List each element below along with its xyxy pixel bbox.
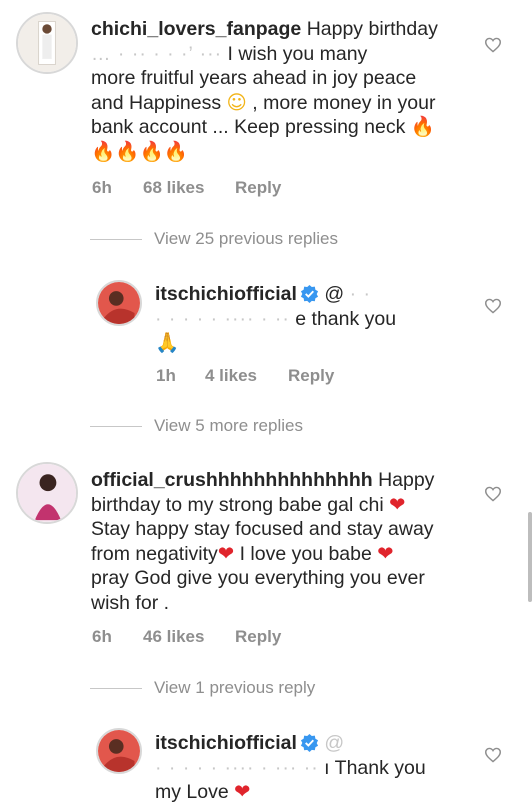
like-heart-icon[interactable]: [484, 486, 502, 502]
comment-text: more fruitful years ahead in joy peace: [91, 67, 417, 90]
redacted-text: · · · · · ···· · ··· ··: [155, 756, 319, 779]
smile-emoji: ☺: [226, 90, 247, 114]
reply-text: e thank you: [295, 307, 397, 330]
fire-emoji: 🔥: [91, 139, 116, 163]
comment-text: from negativity: [91, 542, 218, 565]
reply-text: my Love: [155, 781, 229, 804]
likes-count[interactable]: 4 likes: [205, 366, 288, 386]
comment-text: Happy: [378, 469, 435, 491]
view-replies-label: View 25 previous replies: [154, 229, 338, 248]
comment-text: birthday to my strong babe gal chi: [91, 493, 384, 516]
comment-text: I love you babe: [239, 542, 372, 565]
avatar-photo: [18, 464, 76, 522]
reply-time: 1h: [156, 366, 176, 385]
comment-username[interactable]: chichi_lovers_fanpage: [91, 18, 301, 40]
scrollbar[interactable]: [528, 512, 532, 602]
fire-emoji: 🔥: [163, 139, 189, 163]
verified-badge-icon: [300, 733, 319, 752]
avatar-photo: [98, 730, 140, 772]
comment-text: pray God give you everything you ever: [91, 567, 425, 590]
avatar[interactable]: [16, 12, 78, 74]
verified-badge-icon: [300, 284, 319, 303]
redacted-text: · ·: [349, 283, 371, 305]
reply-button[interactable]: Reply: [235, 627, 281, 647]
reply-button[interactable]: Reply: [288, 366, 334, 386]
avatar[interactable]: [96, 728, 142, 774]
reply-meta: 1h 4 likes Reply: [156, 366, 334, 386]
pray-emoji: 🙏: [155, 331, 180, 355]
view-replies-label: View 1 previous reply: [154, 678, 316, 697]
fire-emoji: 🔥: [410, 115, 436, 139]
red-heart-emoji: ❤: [389, 492, 406, 516]
comment-text: Happy birthday: [306, 18, 438, 40]
comment-meta: 6h 46 likes Reply: [92, 627, 281, 647]
comment-text: and Happiness: [91, 91, 222, 114]
red-heart-emoji: ❤: [234, 780, 251, 804]
comment-time: 6h: [92, 627, 112, 646]
comment-text: Stay happy stay focused and stay away: [91, 518, 434, 541]
divider-line: [90, 238, 142, 240]
comment-body: chichi_lovers_fanpage Happy birthday … ·…: [91, 17, 511, 165]
mention[interactable]: @: [324, 283, 344, 305]
divider-line: [90, 425, 142, 427]
like-heart-icon[interactable]: [484, 298, 502, 314]
redacted-text: … · ·· · · ·’ ···: [91, 42, 223, 65]
reply-button[interactable]: Reply: [235, 178, 281, 198]
reply-username[interactable]: itschichiofficial: [155, 283, 297, 305]
red-heart-emoji: ❤: [217, 541, 235, 565]
reply-text: ı Thank you: [324, 756, 426, 779]
mention[interactable]: @: [324, 732, 345, 754]
comment-username[interactable]: official_crushhhhhhhhhhhhhh: [91, 469, 373, 491]
view-replies-label: View 5 more replies: [154, 416, 303, 435]
avatar-photo: [18, 14, 76, 72]
like-heart-icon[interactable]: [484, 747, 502, 763]
likes-count[interactable]: 46 likes: [143, 627, 235, 647]
view-previous-reply-button[interactable]: View 1 previous reply: [90, 678, 315, 698]
likes-count[interactable]: 68 likes: [143, 178, 235, 198]
redacted-text: · · · · · ···· · ··: [155, 307, 290, 330]
avatar[interactable]: [96, 280, 142, 326]
comment-text: wish for .: [91, 591, 170, 614]
fire-emoji: 🔥: [139, 139, 164, 163]
like-heart-icon[interactable]: [484, 37, 502, 53]
reply-username[interactable]: itschichiofficial: [155, 732, 297, 754]
reply-body: itschichiofficial @ · · · · · ···· · ···…: [155, 731, 495, 805]
reply-body: itschichiofficial @ · · · · · · · ···· ·…: [155, 282, 495, 356]
comment-text: I wish you many: [227, 42, 368, 65]
comment-body: official_crushhhhhhhhhhhhhh Happy birthd…: [91, 468, 511, 616]
view-more-replies-button[interactable]: View 5 more replies: [90, 416, 303, 436]
avatar-photo: [98, 282, 140, 324]
red-heart-emoji: ❤: [377, 541, 394, 565]
view-previous-replies-button[interactable]: View 25 previous replies: [90, 229, 338, 249]
fire-emoji: 🔥: [115, 139, 140, 163]
comment-time: 6h: [92, 178, 112, 197]
comment-meta: 6h 68 likes Reply: [92, 178, 281, 198]
avatar[interactable]: [16, 462, 78, 524]
comment-text: bank account ... Keep pressing neck: [91, 116, 406, 139]
comment-text: , more money in your: [252, 91, 436, 114]
divider-line: [90, 687, 142, 689]
